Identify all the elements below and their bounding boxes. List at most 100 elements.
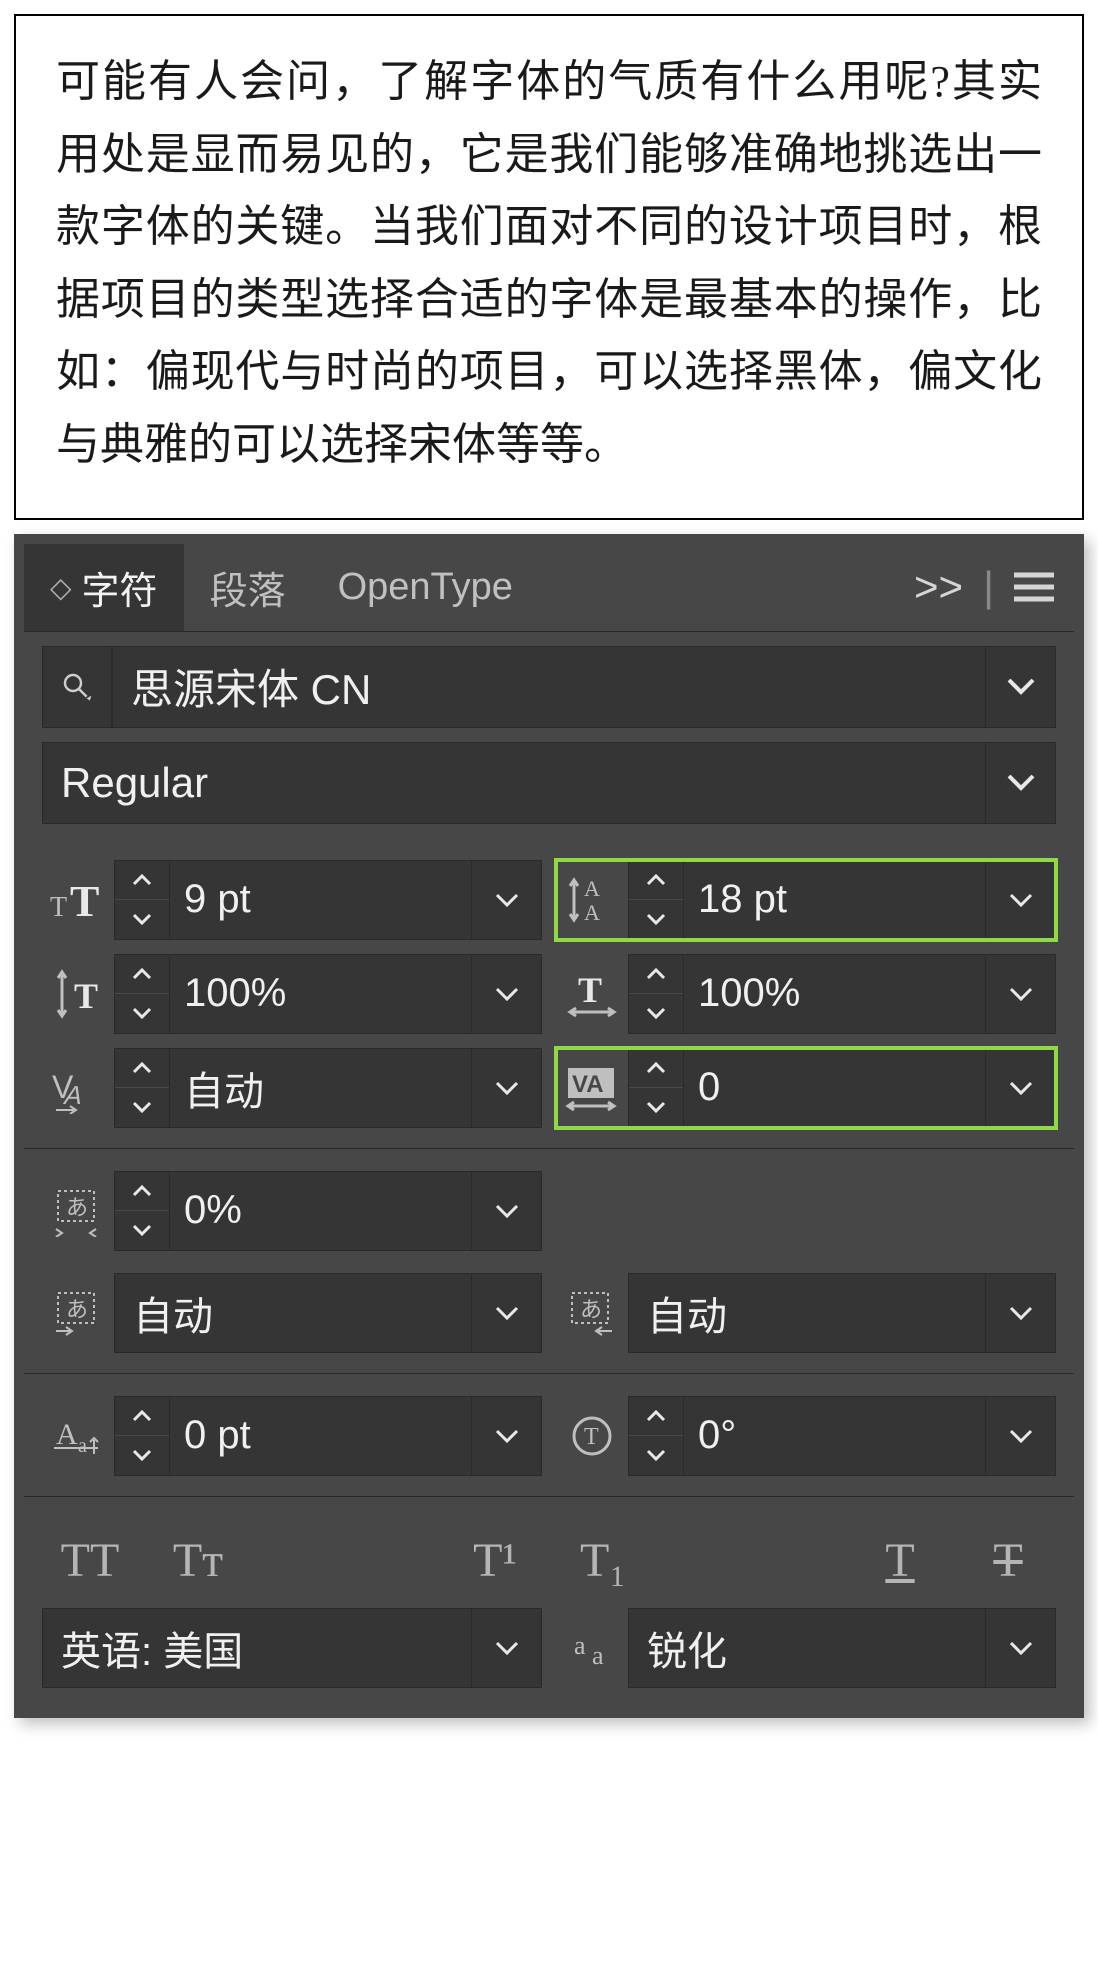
up-arrow-icon[interactable] [629, 955, 683, 995]
language-dropdown[interactable] [472, 1608, 542, 1688]
tracking-spinner[interactable] [628, 1048, 684, 1128]
font-size-dropdown[interactable] [472, 860, 542, 940]
svg-text:A: A [584, 900, 600, 925]
horiz-scale-spinner[interactable] [628, 954, 684, 1034]
font-size-icon: TT [42, 860, 114, 940]
up-arrow-icon[interactable] [115, 955, 169, 995]
rotation-spinner[interactable] [628, 1396, 684, 1476]
down-arrow-icon[interactable] [115, 1211, 169, 1250]
aki-right-icon: あ [556, 1273, 628, 1353]
aki-left-icon: あ [42, 1273, 114, 1353]
kerning-field: VA 自动 [42, 1048, 542, 1128]
text-style-row: TT Tᴛ T¹ T₁ T T [24, 1503, 1074, 1598]
kerning-spinner[interactable] [114, 1048, 170, 1128]
font-family-input[interactable]: 思源宋体 CN [112, 646, 986, 728]
tab-character[interactable]: ◇ 字符 [24, 544, 184, 631]
all-caps-button[interactable]: TT [50, 1533, 130, 1588]
font-family-value: 思源宋体 CN [131, 656, 371, 717]
tab-opentype[interactable]: OpenType [312, 544, 539, 631]
up-arrow-icon[interactable] [115, 861, 169, 901]
strikethrough-button[interactable]: T [968, 1533, 1048, 1588]
antialias-field: aa 锐化 [556, 1608, 1056, 1688]
tsume-icon: あ [42, 1171, 114, 1251]
panel-tabs: ◇ 字符 段落 OpenType >> | [24, 544, 1074, 632]
vert-scale-spinner[interactable] [114, 954, 170, 1034]
down-arrow-icon[interactable] [629, 1088, 683, 1127]
small-caps-button[interactable]: Tᴛ [158, 1533, 238, 1588]
down-arrow-icon[interactable] [629, 1436, 683, 1475]
up-arrow-icon[interactable] [115, 1397, 169, 1437]
svg-text:あ: あ [580, 1297, 602, 1322]
font-size-spinner[interactable] [114, 860, 170, 940]
tab-paragraph[interactable]: 段落 [184, 544, 312, 631]
down-arrow-icon[interactable] [629, 994, 683, 1033]
leading-input[interactable]: 18 pt [684, 860, 986, 940]
tab-grip-icon: ◇ [50, 571, 72, 604]
up-arrow-icon[interactable] [629, 1049, 683, 1089]
svg-text:T: T [584, 1424, 599, 1450]
search-font-icon[interactable] [42, 646, 112, 728]
aki-right-field: あ 自动 [556, 1273, 1056, 1353]
font-weight-dropdown[interactable] [986, 742, 1056, 824]
subscript-button[interactable]: T₁ [563, 1533, 643, 1588]
svg-text:T: T [50, 892, 67, 923]
down-arrow-icon[interactable] [629, 900, 683, 939]
up-arrow-icon[interactable] [629, 861, 683, 901]
rotation-dropdown[interactable] [986, 1396, 1056, 1476]
aki-right-dropdown[interactable] [986, 1273, 1056, 1353]
kerning-dropdown[interactable] [472, 1048, 542, 1128]
horizontal-scale-dropdown[interactable] [986, 954, 1056, 1034]
antialias-select[interactable]: 锐化 [628, 1608, 986, 1688]
tab-character-label: 字符 [82, 560, 158, 615]
down-arrow-icon[interactable] [115, 994, 169, 1033]
kerning-icon: VA [42, 1048, 114, 1128]
language-field: 英语: 美国 [42, 1608, 542, 1688]
rotation-icon: T [556, 1396, 628, 1476]
tsume-dropdown[interactable] [472, 1171, 542, 1251]
vertical-scale-dropdown[interactable] [472, 954, 542, 1034]
aki-left-field: あ 自动 [42, 1273, 542, 1353]
font-family-row: 思源宋体 CN [42, 646, 1056, 728]
tracking-dropdown[interactable] [986, 1048, 1056, 1128]
baseline-shift-icon: Aa [42, 1396, 114, 1476]
tsume-field: あ 0% [42, 1171, 542, 1251]
svg-text:A: A [584, 876, 600, 901]
panel-menu-icon[interactable] [1014, 572, 1054, 602]
baseline-shift-dropdown[interactable] [472, 1396, 542, 1476]
language-select[interactable]: 英语: 美国 [42, 1608, 472, 1688]
kerning-input[interactable]: 自动 [170, 1048, 472, 1128]
up-arrow-icon[interactable] [115, 1049, 169, 1089]
superscript-button[interactable]: T¹ [455, 1533, 535, 1588]
tabs-more-button[interactable]: >> [914, 563, 963, 611]
leading-spinner[interactable] [628, 860, 684, 940]
font-weight-value: Regular [61, 759, 208, 807]
font-weight-input[interactable]: Regular [42, 742, 986, 824]
antialias-dropdown[interactable] [986, 1608, 1056, 1688]
vertical-scale-input[interactable]: 100% [170, 954, 472, 1034]
antialias-icon: aa [556, 1608, 628, 1688]
leading-dropdown[interactable] [986, 860, 1056, 940]
horizontal-scale-field: T 100% [556, 954, 1056, 1034]
tsume-spinner[interactable] [114, 1171, 170, 1251]
font-family-dropdown[interactable] [986, 646, 1056, 728]
down-arrow-icon[interactable] [115, 900, 169, 939]
down-arrow-icon[interactable] [115, 1088, 169, 1127]
aki-left-input[interactable]: 自动 [114, 1273, 472, 1353]
rotation-input[interactable]: 0° [684, 1396, 986, 1476]
tracking-input[interactable]: 0 [684, 1048, 986, 1128]
font-size-input[interactable]: 9 pt [170, 860, 472, 940]
underline-button[interactable]: T [860, 1533, 940, 1588]
horizontal-scale-input[interactable]: 100% [684, 954, 986, 1034]
baseline-shift-input[interactable]: 0 pt [170, 1396, 472, 1476]
font-size-field: TT 9 pt [42, 860, 542, 940]
svg-text:a: a [574, 1631, 586, 1660]
up-arrow-icon[interactable] [629, 1397, 683, 1437]
aki-left-dropdown[interactable] [472, 1273, 542, 1353]
tsume-input[interactable]: 0% [170, 1171, 472, 1251]
tracking-field: VA 0 [556, 1048, 1056, 1128]
tab-paragraph-label: 段落 [210, 560, 286, 615]
aki-right-input[interactable]: 自动 [628, 1273, 986, 1353]
up-arrow-icon[interactable] [115, 1172, 169, 1212]
down-arrow-icon[interactable] [115, 1436, 169, 1475]
baseline-spinner[interactable] [114, 1396, 170, 1476]
